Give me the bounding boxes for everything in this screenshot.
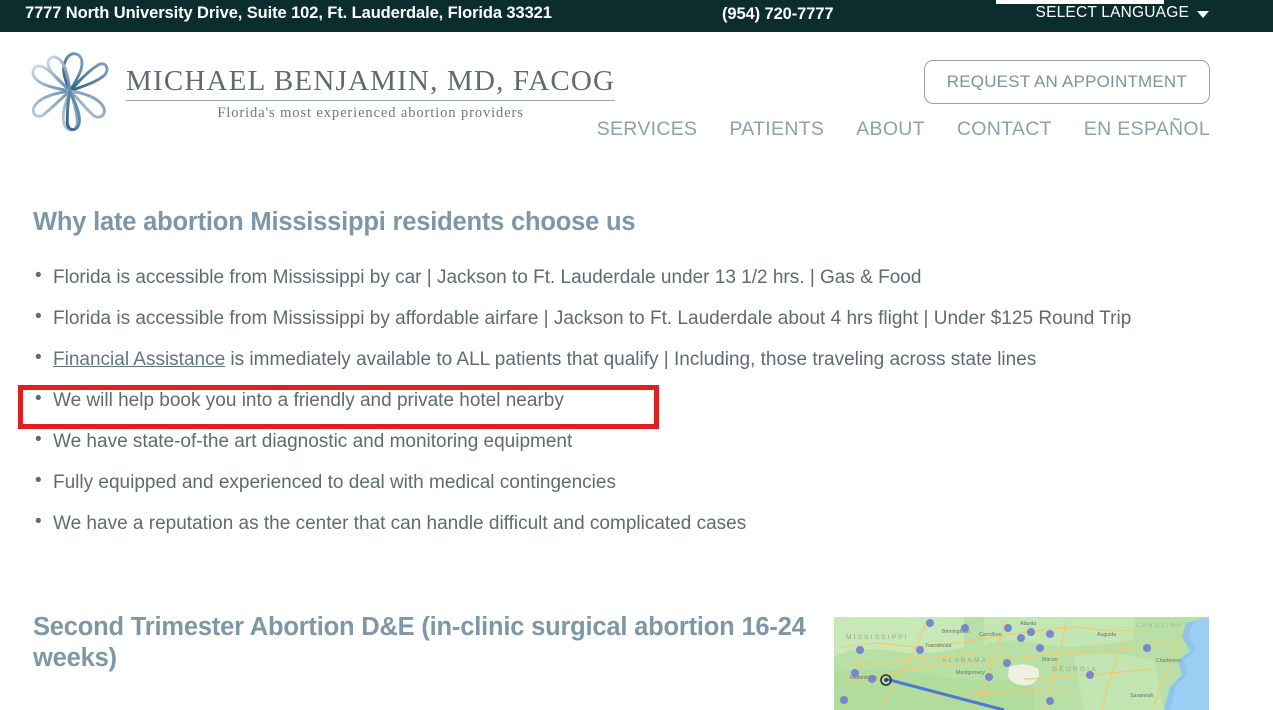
bullet-item: Financial Assistance is immediately avai… [33,348,1233,391]
select-language-label: SELECT LANGUAGE [1035,4,1189,21]
logo-wordmark: MICHAEL BENJAMIN, MD, FACOG Florida's mo… [126,62,616,121]
page-section-heading-why: Why late abortion Mississippi residents … [33,208,636,236]
bullet-text: We will help book you into a friendly an… [53,390,564,411]
svg-text:Atlanta: Atlanta [1020,621,1036,627]
site-header: MICHAEL BENJAMIN, MD, FACOG Florida's mo… [0,32,1273,155]
svg-text:Montgomery: Montgomery [956,670,985,676]
svg-text:CAROLINA: CAROLINA [1136,623,1183,629]
bullet-item: We have a reputation as the center that … [33,512,1233,555]
bullet-text: Fully equipped and experienced to deal w… [53,472,616,493]
bullet-text: Florida is accessible from Mississippi b… [53,308,1132,329]
primary-navigation: SERVICES PATIENTS ABOUT CONTACT EN ESPAÑOL [597,119,1210,140]
nav-item-patients[interactable]: PATIENTS [729,119,824,140]
svg-text:Augusta: Augusta [1097,632,1116,638]
select-language-dropdown[interactable]: SELECT LANGUAGE [1036,4,1209,22]
chevron-down-icon [1197,10,1209,18]
top-utility-bar: 7777 North University Drive, Suite 102, … [0,0,1273,32]
bullet-item: Florida is accessible from Mississippi b… [33,266,1233,309]
bullet-item: We have state-of-the art diagnostic and … [33,430,1233,473]
svg-text:Carrollton: Carrollton [979,632,1002,638]
flower-petal-logo-icon [31,52,109,132]
nav-item-contact[interactable]: CONTACT [957,119,1052,140]
nav-item-en-espa-ol[interactable]: EN ESPAÑOL [1084,119,1210,140]
svg-text:Savannah: Savannah [1130,693,1153,699]
svg-text:Macon: Macon [1042,657,1058,663]
bullet-text: Florida is accessible from Mississippi b… [53,267,922,288]
logo-divider [126,99,616,101]
bullet-text: We have state-of-the art diagnostic and … [53,431,573,452]
svg-text:Tuscaloosa: Tuscaloosa [925,643,951,649]
logo-practice-name: MICHAEL BENJAMIN, MD, FACOG [126,65,616,98]
map-image: MISSISSIPPI ALABAMA GEORGIA CAROLINA Atl… [834,617,1209,710]
nav-item-services[interactable]: SERVICES [597,119,698,140]
language-popup-sliver[interactable] [996,0,1164,4]
bullet-item: Fully equipped and experienced to deal w… [33,471,1233,514]
clinic-phone[interactable]: (954) 720-7777 [722,5,834,24]
map-thumbnail[interactable]: MISSISSIPPI ALABAMA GEORGIA CAROLINA Atl… [834,617,1209,710]
bullet-item: Florida is accessible from Mississippi b… [33,307,1233,350]
svg-text:ALABAMA: ALABAMA [942,657,988,664]
bullet-text: We have a reputation as the center that … [53,513,747,534]
bullet-text: is immediately available to ALL patients… [225,349,1037,370]
benefits-bullet-list: Florida is accessible from Mississippi b… [33,266,1233,555]
request-appointment-button[interactable]: REQUEST AN APPOINTMENT [923,60,1210,104]
page-root: Why late abortion Mississippi residents … [0,0,1273,710]
svg-text:MISSISSIPPI: MISSISSIPPI [846,634,909,641]
svg-text:Charleston: Charleston [1156,658,1181,664]
nav-item-about[interactable]: ABOUT [856,119,925,140]
financial-assistance-link[interactable]: Financial Assistance [53,349,225,370]
clinic-address: 7777 North University Drive, Suite 102, … [25,4,552,22]
bullet-item: We will help book you into a friendly an… [33,389,1233,432]
site-logo[interactable]: MICHAEL BENJAMIN, MD, FACOG Florida's mo… [24,48,616,136]
page-section-heading-second-trimester: Second Trimester Abortion D&E (in-clinic… [33,613,806,673]
logo-tagline: Florida's most experienced abortion prov… [217,104,524,121]
